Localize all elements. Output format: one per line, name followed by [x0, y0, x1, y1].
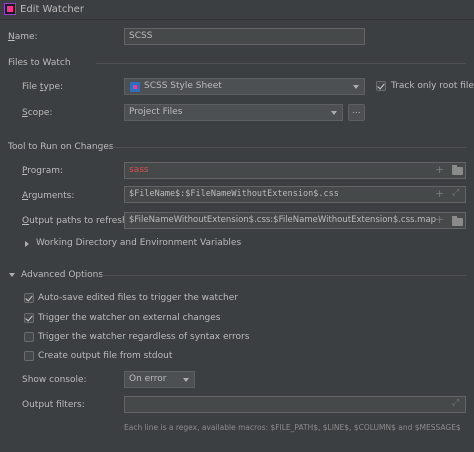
scope-browse-button[interactable]: ... — [348, 104, 365, 121]
output-paths-input[interactable]: $FileNameWithoutExtension$.css:$FileName… — [124, 212, 466, 229]
file-type-label: File type: — [22, 82, 64, 92]
scope-label: Scope: — [22, 108, 53, 118]
tool-divider — [106, 147, 466, 148]
program-input[interactable]: sass — [124, 162, 466, 179]
program-label: Program: — [22, 166, 64, 176]
autosave-checkbox[interactable] — [24, 293, 34, 303]
track-root-checkbox[interactable] — [376, 81, 386, 91]
output-filters-label: Output filters: — [22, 400, 85, 410]
stdout-label: Create output file from stdout — [38, 351, 173, 361]
arguments-input[interactable]: $FileName$:$FileNameWithoutExtension$.cs… — [124, 186, 466, 203]
arguments-label: Arguments: — [22, 191, 75, 201]
file-type-value: SCSS Style Sheet — [144, 81, 222, 91]
expand-arrow-icon[interactable] — [25, 241, 29, 247]
stdout-checkbox[interactable] — [24, 351, 34, 361]
output-paths-value: $FileNameWithoutExtension$.css:$FileName… — [129, 215, 437, 225]
plus-icon[interactable]: + — [435, 188, 444, 199]
plus-icon[interactable]: + — [435, 214, 444, 225]
collapse-arrow-icon[interactable] — [9, 273, 15, 277]
window-title: Edit Watcher — [20, 4, 84, 15]
chevron-down-icon — [331, 111, 337, 115]
name-label: Name: — [8, 32, 38, 42]
show-console-combo[interactable]: On error — [124, 371, 195, 388]
advanced-divider — [101, 275, 466, 276]
arguments-value: $FileName$:$FileNameWithoutExtension$.cs… — [129, 189, 339, 199]
chevron-down-icon — [183, 378, 189, 382]
files-to-watch-divider — [96, 63, 466, 64]
scope-value: Project Files — [129, 107, 183, 117]
show-console-value: On error — [129, 374, 167, 384]
output-filters-hint: Each line is a regex, available macros: … — [124, 423, 461, 432]
folder-icon[interactable] — [452, 165, 463, 175]
file-type-combo[interactable]: SCSS Style Sheet — [124, 78, 365, 95]
syntax-errors-label: Trigger the watcher regardless of syntax… — [38, 332, 250, 342]
external-changes-checkbox[interactable] — [24, 313, 34, 323]
chevron-down-icon — [353, 85, 359, 89]
files-to-watch-header: Files to Watch — [8, 58, 71, 68]
program-value: sass — [129, 165, 149, 175]
folder-icon[interactable] — [452, 216, 463, 226]
autosave-label: Auto-save edited files to trigger the wa… — [38, 293, 238, 303]
expand-icon[interactable]: ⤢ — [452, 399, 461, 408]
name-input[interactable]: SCSS — [124, 28, 365, 45]
syntax-errors-checkbox[interactable] — [24, 332, 34, 342]
show-console-label: Show console: — [22, 375, 87, 385]
plus-icon[interactable]: + — [435, 164, 444, 175]
expand-icon[interactable]: ⤢ — [452, 189, 461, 198]
scope-combo[interactable]: Project Files — [124, 104, 343, 121]
app-icon — [4, 3, 16, 15]
external-changes-label: Trigger the watcher on external changes — [38, 313, 221, 323]
css-file-icon — [130, 82, 140, 92]
output-filters-input[interactable] — [124, 396, 466, 413]
advanced-header[interactable]: Advanced Options — [21, 270, 103, 280]
track-root-label: Track only root files — [391, 81, 474, 91]
working-dir-toggle[interactable]: Working Directory and Environment Variab… — [36, 238, 241, 248]
tool-header: Tool to Run on Changes — [8, 142, 114, 152]
output-paths-label: Output paths to refresh: — [22, 216, 131, 226]
